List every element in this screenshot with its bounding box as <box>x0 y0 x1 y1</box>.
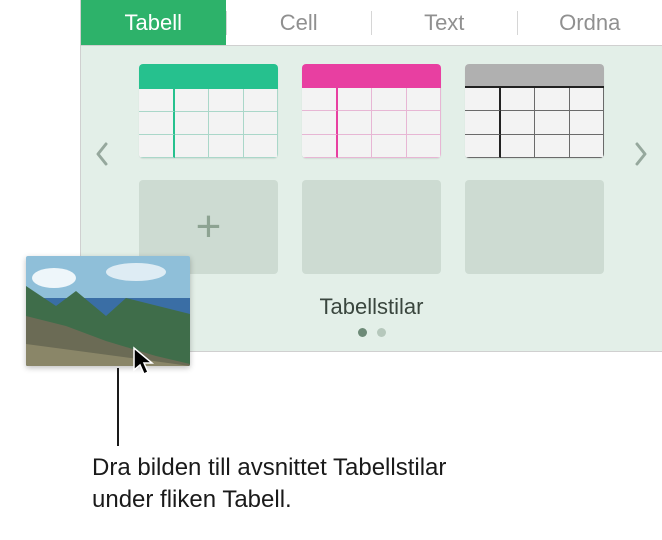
tab-tabell[interactable]: Tabell <box>81 0 226 45</box>
chevron-right-icon <box>634 141 648 172</box>
table-style-empty-slot[interactable] <box>302 180 441 274</box>
tab-label: Ordna <box>559 10 620 36</box>
tab-label: Cell <box>280 10 318 36</box>
style-header-icon <box>465 64 604 88</box>
style-grid-icon <box>465 88 604 158</box>
landscape-photo-icon <box>26 256 190 366</box>
tab-ordna[interactable]: Ordna <box>518 0 662 45</box>
page-dot-1[interactable] <box>358 328 367 337</box>
styles-next-button[interactable] <box>634 141 648 173</box>
tab-label: Text <box>424 10 464 36</box>
table-styles-row-1 <box>81 64 662 158</box>
callout-leader-line <box>117 368 119 446</box>
table-style-option-2[interactable] <box>302 64 441 158</box>
callout-line-1: Dra bilden till avsnittet Tabellstilar <box>92 454 446 481</box>
style-grid-icon <box>302 88 441 158</box>
table-style-option-1[interactable] <box>139 64 278 158</box>
tab-cell[interactable]: Cell <box>227 0 372 45</box>
page-dot-2[interactable] <box>377 328 386 337</box>
styles-prev-button[interactable] <box>95 141 109 173</box>
style-grid-icon <box>139 88 278 158</box>
callout-line-2: under fliken Tabell. <box>92 486 292 513</box>
callout-text: Dra bilden till avsnittet Tabellstilar u… <box>92 452 446 517</box>
style-header-icon <box>302 64 441 88</box>
style-header-icon <box>139 64 278 88</box>
dragged-image-thumbnail[interactable] <box>26 256 190 366</box>
tab-text[interactable]: Text <box>372 0 517 45</box>
table-style-option-3[interactable] <box>465 64 604 158</box>
tab-label: Tabell <box>125 10 182 36</box>
tab-bar: Tabell Cell Text Ordna <box>81 0 662 46</box>
table-style-empty-slot[interactable] <box>465 180 604 274</box>
plus-icon: + <box>196 205 222 249</box>
chevron-left-icon <box>95 141 109 172</box>
